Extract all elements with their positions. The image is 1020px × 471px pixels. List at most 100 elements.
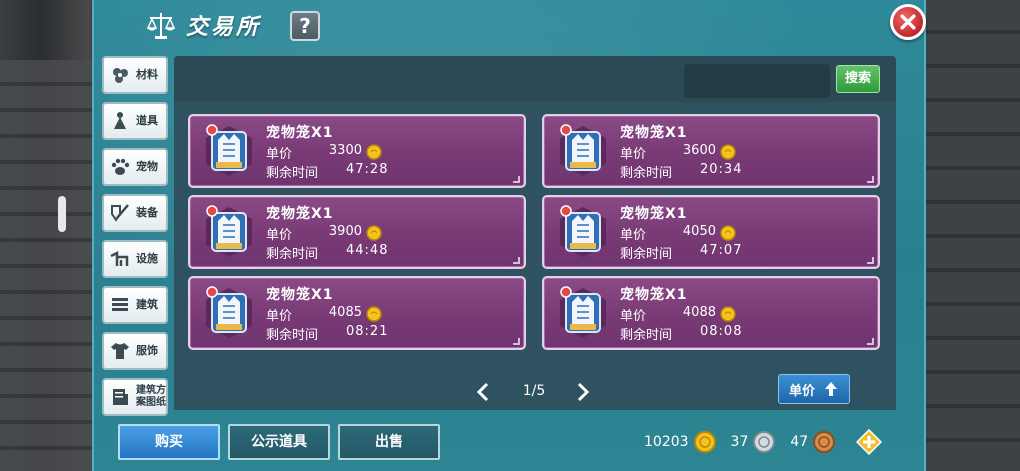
prev-page-arrow-icon[interactable] xyxy=(476,381,490,403)
time-remaining: 47:07 xyxy=(700,243,743,258)
gold-coin-icon xyxy=(720,144,736,160)
sidebar-item-pets[interactable]: 宠物 xyxy=(102,148,168,186)
add-currency-icon[interactable] xyxy=(856,429,883,455)
time-remaining: 20:34 xyxy=(700,162,743,177)
close-button[interactable] xyxy=(890,4,926,40)
item-name: 宠物笼X1 xyxy=(266,287,334,303)
pet-cage-icon xyxy=(560,286,606,338)
price-value: 4050 xyxy=(682,224,716,239)
sidebar-item-buildings[interactable]: 建筑 xyxy=(102,286,168,324)
pet-cage-icon xyxy=(560,124,606,176)
listing-card[interactable]: 宠物笼X1 单价 4050 剩余时间 47:07 xyxy=(542,195,880,269)
sidebar-item-materials[interactable]: 材料 xyxy=(102,56,168,94)
listing-card[interactable]: 宠物笼X1 单价 4085 剩余时间 08:21 xyxy=(188,276,526,350)
time-remaining: 44:48 xyxy=(346,243,389,258)
sidebar-item-facilities[interactable]: 设施 xyxy=(102,240,168,278)
horse-icon xyxy=(110,250,129,266)
scene-scroll-handle[interactable] xyxy=(58,196,66,232)
gold-coin-icon xyxy=(720,225,736,241)
price-label: 单价 xyxy=(266,147,293,162)
silver-amount: 37 xyxy=(730,434,749,450)
gold-coin-icon xyxy=(720,306,736,322)
pet-cage-icon xyxy=(206,124,252,176)
sidebar-item-label: 建筑方案图纸 xyxy=(136,385,166,408)
search-button[interactable]: 搜索 xyxy=(836,65,880,93)
sort-arrow-icon xyxy=(825,382,837,396)
listing-area: 搜索 宠物笼X1 单价 3300 剩余时间 47:28 宠物笼X1 单价 360… xyxy=(174,56,896,410)
help-button[interactable]: ? xyxy=(290,11,320,41)
bottom-bar: 购买 公示道具 出售 10203 37 47 xyxy=(94,414,924,471)
scene-wall xyxy=(924,0,1020,471)
time-remaining: 08:08 xyxy=(700,324,743,339)
corner-mark xyxy=(867,176,874,183)
flower-icon xyxy=(113,68,128,83)
scales-icon xyxy=(146,13,176,39)
price-value: 3600 xyxy=(682,143,716,158)
scene-stairs xyxy=(0,60,92,471)
sidebar-item-label: 设施 xyxy=(136,252,158,265)
listing-card[interactable]: 宠物笼X1 单价 4088 剩余时间 08:08 xyxy=(542,276,880,350)
listing-grid: 宠物笼X1 单价 3300 剩余时间 47:28 宠物笼X1 单价 3600 剩… xyxy=(174,102,896,410)
paw-icon xyxy=(111,158,130,175)
gold-coin-icon xyxy=(366,306,382,322)
sidebar-item-props[interactable]: 道具 xyxy=(102,102,168,140)
time-label: 剩余时间 xyxy=(620,166,673,181)
search-row: 搜索 xyxy=(174,56,896,100)
time-label: 剩余时间 xyxy=(620,328,673,343)
item-name: 宠物笼X1 xyxy=(620,287,688,303)
gold-coin-icon xyxy=(693,431,716,453)
currency-bar: 10203 37 47 xyxy=(644,428,883,456)
pet-cage-icon xyxy=(206,286,252,338)
price-value: 4088 xyxy=(682,305,716,320)
time-remaining: 08:21 xyxy=(346,324,389,339)
price-value: 3300 xyxy=(328,143,362,158)
tab-sell[interactable]: 出售 xyxy=(338,424,440,460)
silver-coin-icon xyxy=(753,431,776,453)
sidebar-item-label: 材料 xyxy=(136,68,158,81)
sword-icon xyxy=(111,204,129,222)
item-name: 宠物笼X1 xyxy=(620,125,688,141)
price-label: 单价 xyxy=(620,228,647,243)
sort-by-price-button[interactable]: 单价 xyxy=(778,374,850,404)
sidebar-item-clothing[interactable]: 服饰 xyxy=(102,332,168,370)
time-label: 剩余时间 xyxy=(266,166,319,181)
gold-coin-icon xyxy=(366,225,382,241)
window-title: 交易所 xyxy=(186,15,262,40)
item-name: 宠物笼X1 xyxy=(620,206,688,222)
time-label: 剩余时间 xyxy=(620,247,673,262)
time-label: 剩余时间 xyxy=(266,247,319,262)
corner-mark xyxy=(513,338,520,345)
gold-amount: 10203 xyxy=(644,434,689,450)
page-indicator: 1/5 xyxy=(522,383,546,399)
sidebar-item-blueprints[interactable]: 建筑方案图纸 xyxy=(102,378,168,416)
next-page-arrow-icon[interactable] xyxy=(576,381,590,403)
listing-card[interactable]: 宠物笼X1 单价 3900 剩余时间 44:48 xyxy=(188,195,526,269)
search-input[interactable] xyxy=(684,64,830,98)
corner-mark xyxy=(513,257,520,264)
sidebar-item-label: 道具 xyxy=(136,114,158,127)
gold-coin-icon xyxy=(366,144,382,160)
tab-public-items[interactable]: 公示道具 xyxy=(228,424,330,460)
brick-wall-icon xyxy=(112,298,128,311)
corner-mark xyxy=(867,338,874,345)
price-label: 单价 xyxy=(620,309,647,324)
price-label: 单价 xyxy=(620,147,647,162)
pet-cage-icon xyxy=(560,205,606,257)
sidebar-item-label: 服饰 xyxy=(136,344,158,357)
corner-mark xyxy=(513,176,520,183)
price-label: 单价 xyxy=(266,309,293,324)
cone-icon xyxy=(114,112,126,129)
blueprint-icon xyxy=(113,389,128,405)
sort-label: 单价 xyxy=(788,383,815,399)
sidebar-item-equipment[interactable]: 装备 xyxy=(102,194,168,232)
listing-card[interactable]: 宠物笼X1 单价 3300 剩余时间 47:28 xyxy=(188,114,526,188)
pagination: 1/5 xyxy=(474,379,594,405)
tab-buy[interactable]: 购买 xyxy=(118,424,220,460)
time-remaining: 47:28 xyxy=(346,162,389,177)
shirt-icon xyxy=(111,343,129,359)
pet-cage-icon xyxy=(206,205,252,257)
item-name: 宠物笼X1 xyxy=(266,125,334,141)
price-label: 单价 xyxy=(266,228,293,243)
listing-card[interactable]: 宠物笼X1 单价 3600 剩余时间 20:34 xyxy=(542,114,880,188)
time-label: 剩余时间 xyxy=(266,328,319,343)
